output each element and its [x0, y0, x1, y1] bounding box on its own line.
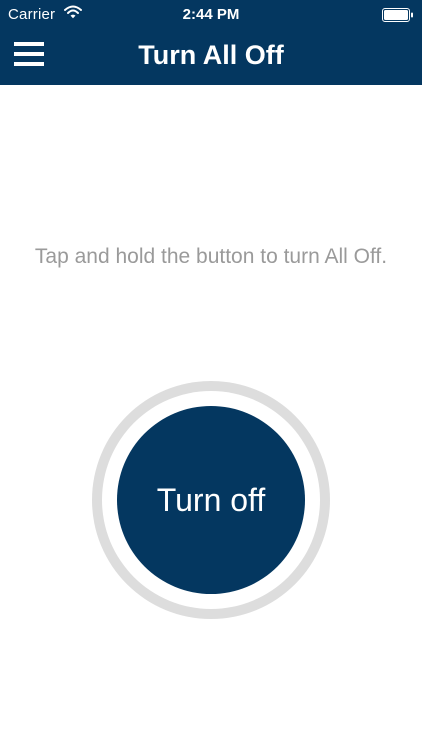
page-title: Turn All Off	[138, 40, 284, 70]
instruction-text: Tap and hold the button to turn All Off.	[34, 245, 388, 268]
battery-icon	[382, 8, 413, 22]
turn-off-button[interactable]: Turn off	[117, 406, 305, 594]
status-bar: Carrier 2:44 PM	[0, 0, 422, 30]
nav-bar: Turn All Off	[0, 30, 422, 85]
turn-off-button-label: Turn off	[156, 481, 266, 518]
clock: 2:44 PM	[182, 6, 240, 23]
